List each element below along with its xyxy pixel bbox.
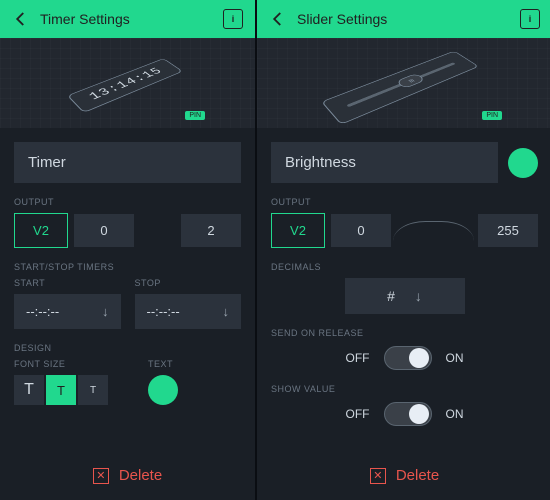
timer-settings-panel: Timer Settings i 13:14:15 PIN OUTPUT V2 …: [0, 0, 255, 500]
header: Timer Settings i: [0, 0, 255, 38]
widget-preview: 13:14:15 PIN: [0, 38, 255, 128]
pin-tag: PIN: [185, 111, 205, 120]
decimals-selector[interactable]: # ↓: [345, 278, 465, 314]
header: Slider Settings i: [257, 0, 550, 38]
page-title: Timer Settings: [40, 11, 213, 27]
info-icon[interactable]: i: [223, 9, 243, 29]
chevron-down-icon: ↓: [223, 304, 230, 319]
back-icon[interactable]: [269, 10, 287, 28]
mapping-curve: [393, 221, 474, 241]
pin-selector[interactable]: V2: [14, 213, 68, 248]
delete-icon: ✕: [93, 468, 109, 484]
widget-name-input[interactable]: [271, 142, 498, 183]
pin-selector[interactable]: V2: [271, 213, 325, 248]
text-color-picker[interactable]: [148, 375, 178, 405]
info-icon[interactable]: i: [520, 9, 540, 29]
send-on-release-toggle[interactable]: [384, 346, 432, 370]
output-label: OUTPUT: [271, 197, 538, 207]
pin-tag: PIN: [482, 111, 502, 120]
page-title: Slider Settings: [297, 11, 510, 27]
timers-label: START/STOP TIMERS: [14, 262, 241, 272]
output-min[interactable]: 0: [74, 214, 134, 247]
show-value-toggle[interactable]: [384, 402, 432, 426]
font-size-small[interactable]: T: [78, 375, 108, 405]
stop-time-picker[interactable]: --:--:-- ↓: [135, 294, 242, 329]
delete-button[interactable]: ✕ Delete: [271, 451, 538, 500]
back-icon[interactable]: [12, 10, 30, 28]
start-time-picker[interactable]: --:--:-- ↓: [14, 294, 121, 329]
output-min[interactable]: 0: [331, 214, 391, 247]
slider-widget-3d: [321, 51, 479, 125]
chevron-down-icon: ↓: [415, 288, 422, 304]
delete-button[interactable]: ✕ Delete: [14, 451, 241, 500]
output-max[interactable]: 255: [478, 214, 538, 247]
chevron-down-icon: ↓: [102, 304, 109, 319]
timer-widget-3d: 13:14:15: [67, 58, 183, 113]
slider-settings-panel: Slider Settings i PIN OUTPUT V2 0 255 DE…: [257, 0, 550, 500]
widget-name-input[interactable]: [14, 142, 241, 183]
slider-color-picker[interactable]: [508, 148, 538, 178]
output-label: OUTPUT: [14, 197, 241, 207]
font-size-large[interactable]: T: [14, 375, 44, 405]
font-size-medium[interactable]: T: [46, 375, 76, 405]
widget-preview: PIN: [257, 38, 550, 128]
delete-icon: ✕: [370, 468, 386, 484]
output-max[interactable]: 2: [181, 214, 241, 247]
